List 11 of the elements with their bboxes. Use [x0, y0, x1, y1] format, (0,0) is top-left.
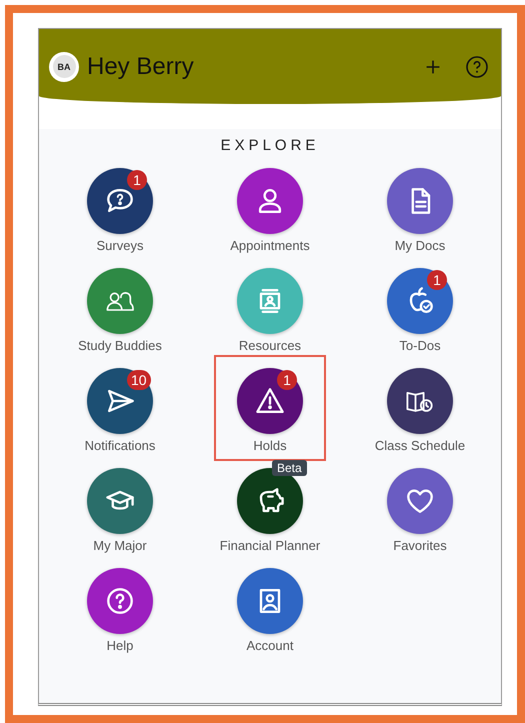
count-badge: 1	[427, 270, 447, 290]
beta-tag: Beta	[272, 460, 307, 476]
count-badge: 10	[127, 370, 151, 390]
user-avatar[interactable]: BA	[52, 55, 76, 78]
help-icon[interactable]	[465, 54, 489, 78]
section-title: EXPLORE	[220, 136, 320, 156]
add-icon[interactable]	[425, 58, 441, 74]
count-badge: 1	[277, 370, 297, 390]
greeting-title: Hey Berry	[87, 52, 195, 80]
explore-tile[interactable]: 1 Holds	[214, 355, 326, 461]
count-badge: 1	[127, 170, 147, 190]
